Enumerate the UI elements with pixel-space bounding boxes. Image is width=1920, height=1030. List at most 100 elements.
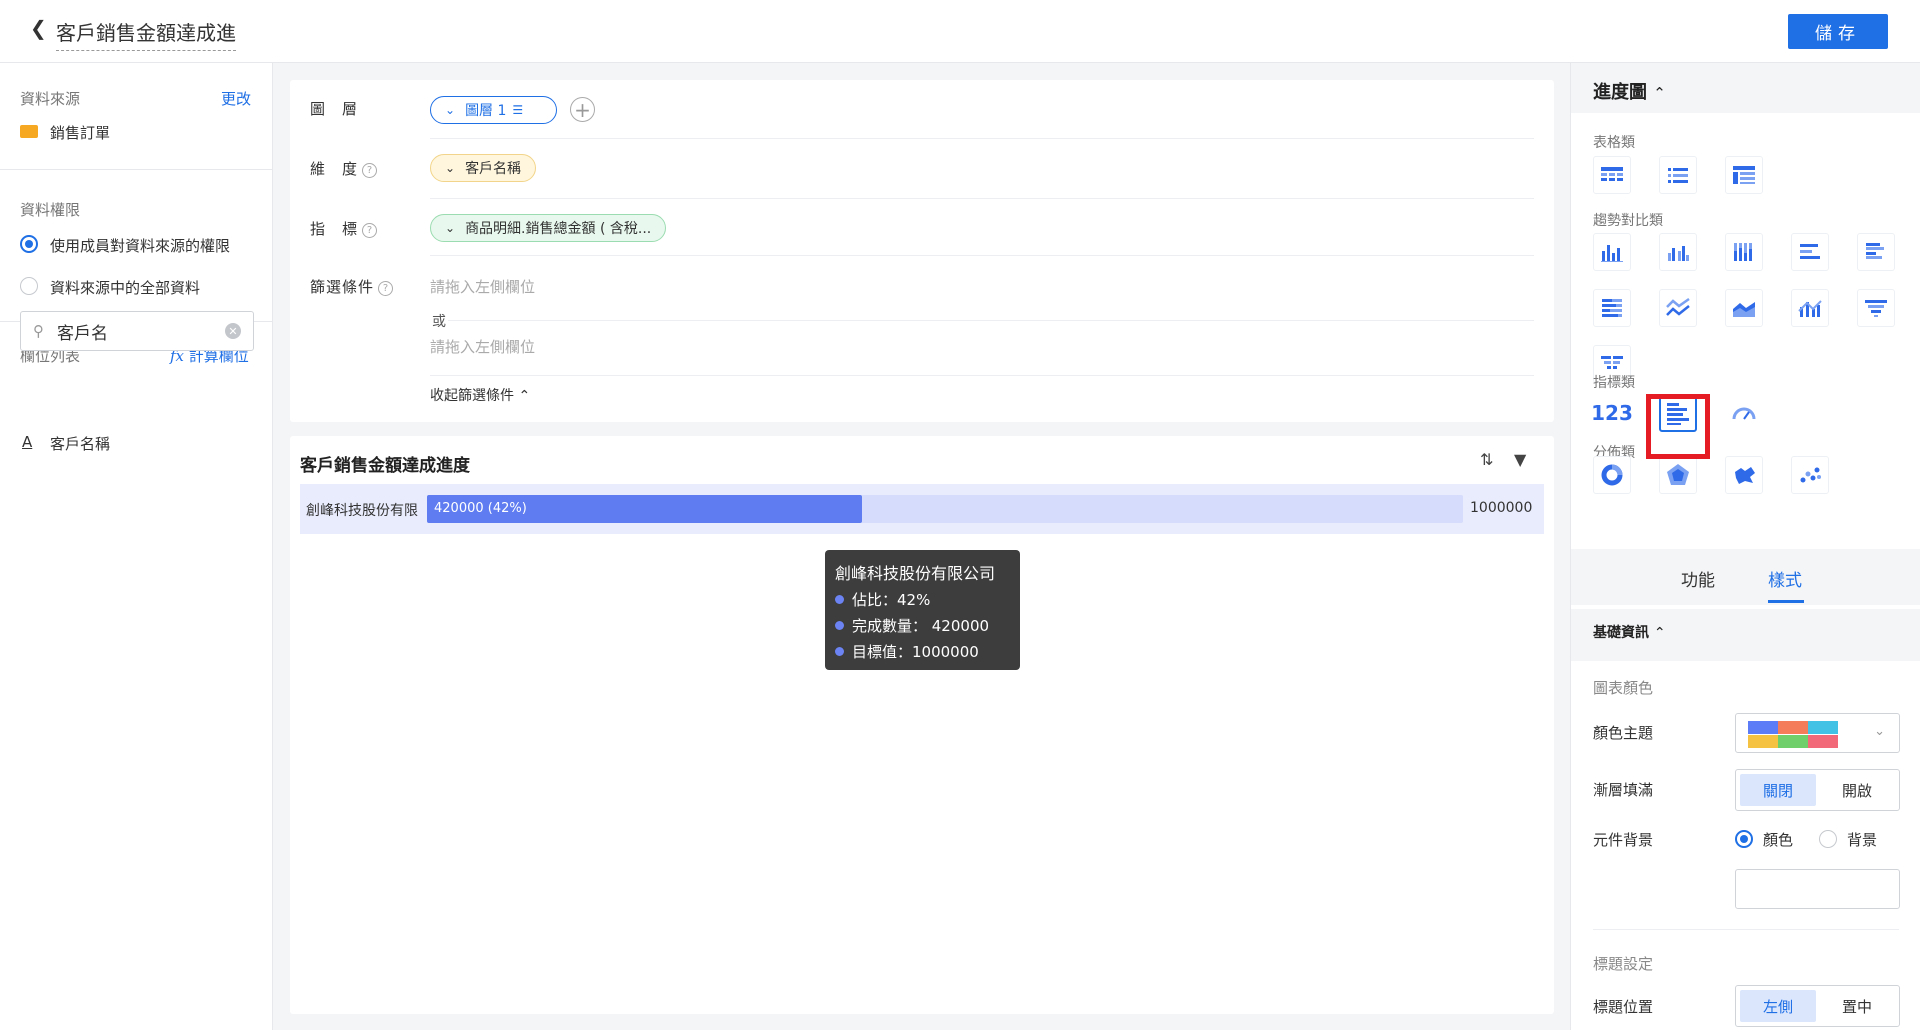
chart-tooltip: 創峰科技股份有限公司 佔比：42% 完成數量： 420000 目標值：10000…	[825, 550, 1020, 670]
permission-option-member[interactable]: 使用成員對資料來源的權限	[50, 235, 230, 256]
map-chart-icon[interactable]	[1725, 456, 1763, 494]
tab-function[interactable]: 功能	[1681, 566, 1715, 591]
stacked-bar-icon[interactable]	[1593, 289, 1631, 327]
source-name[interactable]: 銷售訂單	[50, 122, 110, 143]
radar-chart-icon[interactable]	[1659, 456, 1697, 494]
bg-image-option[interactable]: 背景	[1847, 829, 1877, 850]
layer-pill-label: 圖層 1	[465, 103, 507, 119]
permission-label: 資料權限	[20, 201, 81, 219]
bar-chart-icon[interactable]	[1791, 233, 1829, 271]
divider	[430, 255, 1534, 256]
table-chart-icon[interactable]	[1593, 156, 1631, 194]
list-chart-icon[interactable]	[1659, 156, 1697, 194]
title-position-toggle: 左側 置中	[1735, 985, 1900, 1027]
progress-bar[interactable]: 420000 (42%)	[427, 495, 863, 523]
column-chart-icon[interactable]	[1593, 233, 1631, 271]
dimension-label-text: 維 度	[310, 160, 359, 178]
funnel-chart-icon[interactable]	[1857, 289, 1895, 327]
sort-icon[interactable]: ⇅	[1480, 450, 1493, 469]
filter-dropzone-2[interactable]: 請拖入左側欄位	[430, 336, 535, 357]
tooltip-row: 佔比：42%	[835, 589, 1010, 610]
help-icon[interactable]: ?	[362, 163, 378, 178]
metric-pill-label: 商品明細.銷售總金額 ( 含稅...	[465, 221, 652, 237]
filter-label-text: 篩選條件	[310, 278, 375, 296]
text-type-icon: A	[22, 433, 33, 451]
divider	[430, 138, 1534, 139]
number-card-icon[interactable]: 123	[1591, 394, 1633, 432]
target-label: 1000000	[1470, 500, 1533, 516]
metric-pill[interactable]: ⌄ 商品明細.銷售總金額 ( 含稅...	[430, 214, 667, 242]
grouped-bar-icon[interactable]	[1857, 233, 1895, 271]
area-chart-icon[interactable]	[1725, 289, 1763, 327]
back-icon[interactable]: ❮	[30, 16, 47, 40]
field-item[interactable]: 客戶名稱	[50, 433, 110, 454]
basic-info-title: 基礎資訊 ⌃	[1593, 622, 1666, 642]
layer-pill[interactable]: ⌄ 圖層 1 ☰	[430, 96, 557, 124]
filter-dropzone-1[interactable]: 請拖入左側欄位	[430, 276, 535, 297]
stacked-column-icon[interactable]	[1725, 233, 1763, 271]
gradient-toggle: 關閉 開啟	[1735, 769, 1900, 811]
line-chart-icon[interactable]	[1659, 289, 1697, 327]
number-card-glyph: 123	[1591, 401, 1633, 425]
tooltip-percent: 佔比：42%	[852, 591, 931, 609]
help-icon[interactable]: ?	[378, 281, 394, 296]
collapse-filter-label: 收起篩選條件	[430, 388, 514, 404]
cat-trend-label: 趨勢對比類	[1593, 213, 1663, 229]
bg-color-picker[interactable]	[1735, 869, 1900, 909]
color-theme-select[interactable]: ⌄	[1735, 713, 1900, 753]
chart-type-header[interactable]: 進度圖 ⌃	[1571, 63, 1920, 113]
field-search-input[interactable]	[57, 320, 227, 342]
theme-swatch	[1748, 735, 1778, 748]
clear-icon[interactable]: ✕	[225, 323, 241, 339]
tooltip-completed: 完成數量： 420000	[852, 617, 990, 635]
gauge-chart-icon[interactable]	[1725, 394, 1763, 432]
donut-chart-icon[interactable]	[1593, 456, 1631, 494]
grouped-column-icon[interactable]	[1659, 233, 1697, 271]
color-theme-label: 顏色主題	[1593, 724, 1654, 742]
divider	[430, 375, 1534, 376]
bg-image-radio[interactable]	[1819, 830, 1837, 848]
page-title[interactable]: 客戶銷售金額達成進	[56, 17, 236, 51]
save-button[interactable]: 儲存	[1788, 14, 1888, 49]
config-panel: 圖 層 ⌄ 圖層 1 ☰ + 維 度? ⌄ 客戶名稱 指 標? ⌄ 商品明細.銷…	[290, 80, 1554, 422]
dimension-pill-label: 客戶名稱	[465, 161, 522, 177]
metric-label-text: 指 標	[310, 220, 359, 238]
add-layer-icon[interactable]: +	[570, 97, 595, 122]
theme-swatch	[1808, 721, 1838, 734]
title-left-option[interactable]: 左側	[1740, 990, 1816, 1022]
bg-color-radio[interactable]	[1735, 830, 1753, 848]
field-search-box: ⚲ ✕	[20, 311, 254, 351]
permission-member-radio[interactable]	[20, 235, 38, 253]
chevron-up-icon: ⌃	[1653, 625, 1666, 641]
tooltip-target: 目標值：1000000	[852, 643, 979, 661]
change-source-link[interactable]: 更改	[221, 88, 251, 109]
title-center-option[interactable]: 置中	[1819, 990, 1895, 1022]
progress-chart-icon[interactable]	[1659, 394, 1697, 432]
divider	[1593, 929, 1899, 930]
scatter-chart-icon[interactable]	[1791, 456, 1829, 494]
chart-card: 客戶銷售金額達成進度 ⇅ ▼ 創峰科技股份有限 420000 (42%) 100…	[290, 436, 1554, 1014]
filter-icon[interactable]: ▼	[1514, 450, 1526, 469]
gradient-off-option[interactable]: 關閉	[1740, 774, 1816, 806]
title-position-label: 標題位置	[1593, 998, 1654, 1016]
bg-color-option[interactable]: 顏色	[1763, 829, 1793, 850]
collapse-filter-button[interactable]: 收起篩選條件 ⌃	[430, 385, 530, 405]
combo-chart-icon[interactable]	[1791, 289, 1829, 327]
component-bg-label: 元件背景	[1593, 831, 1654, 849]
chart-color-label: 圖表顏色	[1593, 679, 1654, 697]
progress-track[interactable]: 420000 (42%)	[427, 495, 1463, 523]
tab-style[interactable]: 樣式	[1768, 566, 1802, 591]
metric-label: 指 標?	[310, 218, 378, 239]
top-bar: ❮ 客戶銷售金額達成進 儲存	[0, 0, 1920, 63]
chevron-up-icon: ⌃	[518, 388, 531, 404]
help-icon[interactable]: ?	[362, 223, 378, 238]
dimension-pill[interactable]: ⌄ 客戶名稱	[430, 154, 537, 182]
permission-all-radio[interactable]	[20, 277, 38, 295]
gradient-on-option[interactable]: 開啟	[1819, 774, 1895, 806]
left-panel: 資料來源 更改 銷售訂單 資料權限 使用成員對資料來源的權限 資料來源中的全部資…	[0, 63, 273, 1030]
pivot-table-icon[interactable]	[1725, 156, 1763, 194]
divider	[430, 198, 1534, 199]
tooltip-title: 創峰科技股份有限公司	[835, 564, 996, 583]
tooltip-row: 完成數量： 420000	[835, 615, 1010, 636]
permission-option-all[interactable]: 資料來源中的全部資料	[50, 277, 200, 298]
